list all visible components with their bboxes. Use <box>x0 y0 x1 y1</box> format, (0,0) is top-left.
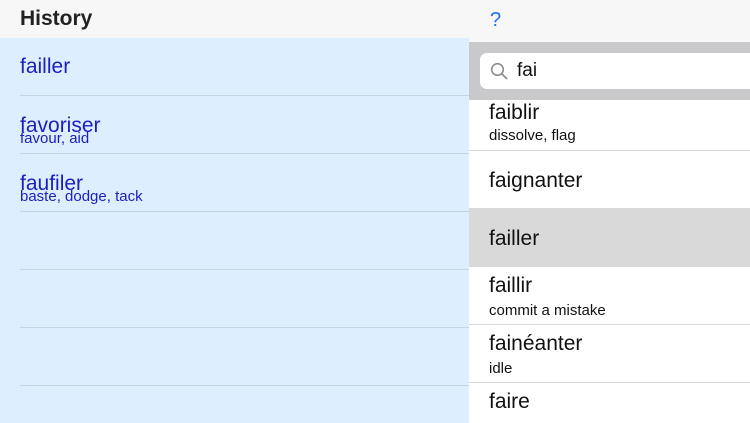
result-word: faiblir <box>489 101 540 124</box>
history-header: History <box>0 0 469 38</box>
history-translation: baste, dodge, tack <box>20 188 143 205</box>
history-item[interactable]: failler <box>20 38 469 96</box>
result-item[interactable]: faire <box>469 383 750 423</box>
result-translation: commit a mistake <box>489 302 606 319</box>
history-title: History <box>20 7 93 30</box>
search-input[interactable]: fai <box>480 53 750 89</box>
history-item-empty <box>20 328 469 386</box>
search-icon <box>490 62 508 80</box>
history-list: failler favoriser favour, aid faufiler b… <box>0 38 469 386</box>
history-word: failler <box>20 55 71 78</box>
result-word: failler <box>489 227 540 250</box>
result-translation: idle <box>489 360 513 377</box>
history-item-empty <box>20 270 469 328</box>
search-pane: ? fai faiblir dissolve, flag faignanter … <box>469 0 750 423</box>
result-word: fainéanter <box>489 332 583 355</box>
result-item[interactable]: faignanter <box>469 151 750 209</box>
history-pane: History failler favoriser favour, aid fa… <box>0 0 469 423</box>
search-bar: fai <box>469 43 750 100</box>
history-translation: favour, aid <box>20 130 90 147</box>
result-item[interactable]: fainéanter idle <box>469 325 750 383</box>
result-word: faire <box>489 390 530 413</box>
help-button[interactable]: ? <box>490 9 501 32</box>
result-item[interactable]: faiblir dissolve, flag <box>469 100 750 151</box>
history-item[interactable]: faufiler baste, dodge, tack <box>20 154 469 212</box>
result-word: faignanter <box>489 169 583 192</box>
result-item[interactable]: faillir commit a mistake <box>469 267 750 325</box>
history-item[interactable]: favoriser favour, aid <box>20 96 469 154</box>
result-item-selected[interactable]: failler <box>469 209 750 267</box>
results-list: faiblir dissolve, flag faignanter faille… <box>469 100 750 423</box>
result-translation: dissolve, flag <box>489 127 576 144</box>
search-input-value: fai <box>517 60 538 81</box>
history-item-empty <box>20 212 469 270</box>
result-word: faillir <box>489 274 533 297</box>
search-header: ? <box>469 0 750 43</box>
